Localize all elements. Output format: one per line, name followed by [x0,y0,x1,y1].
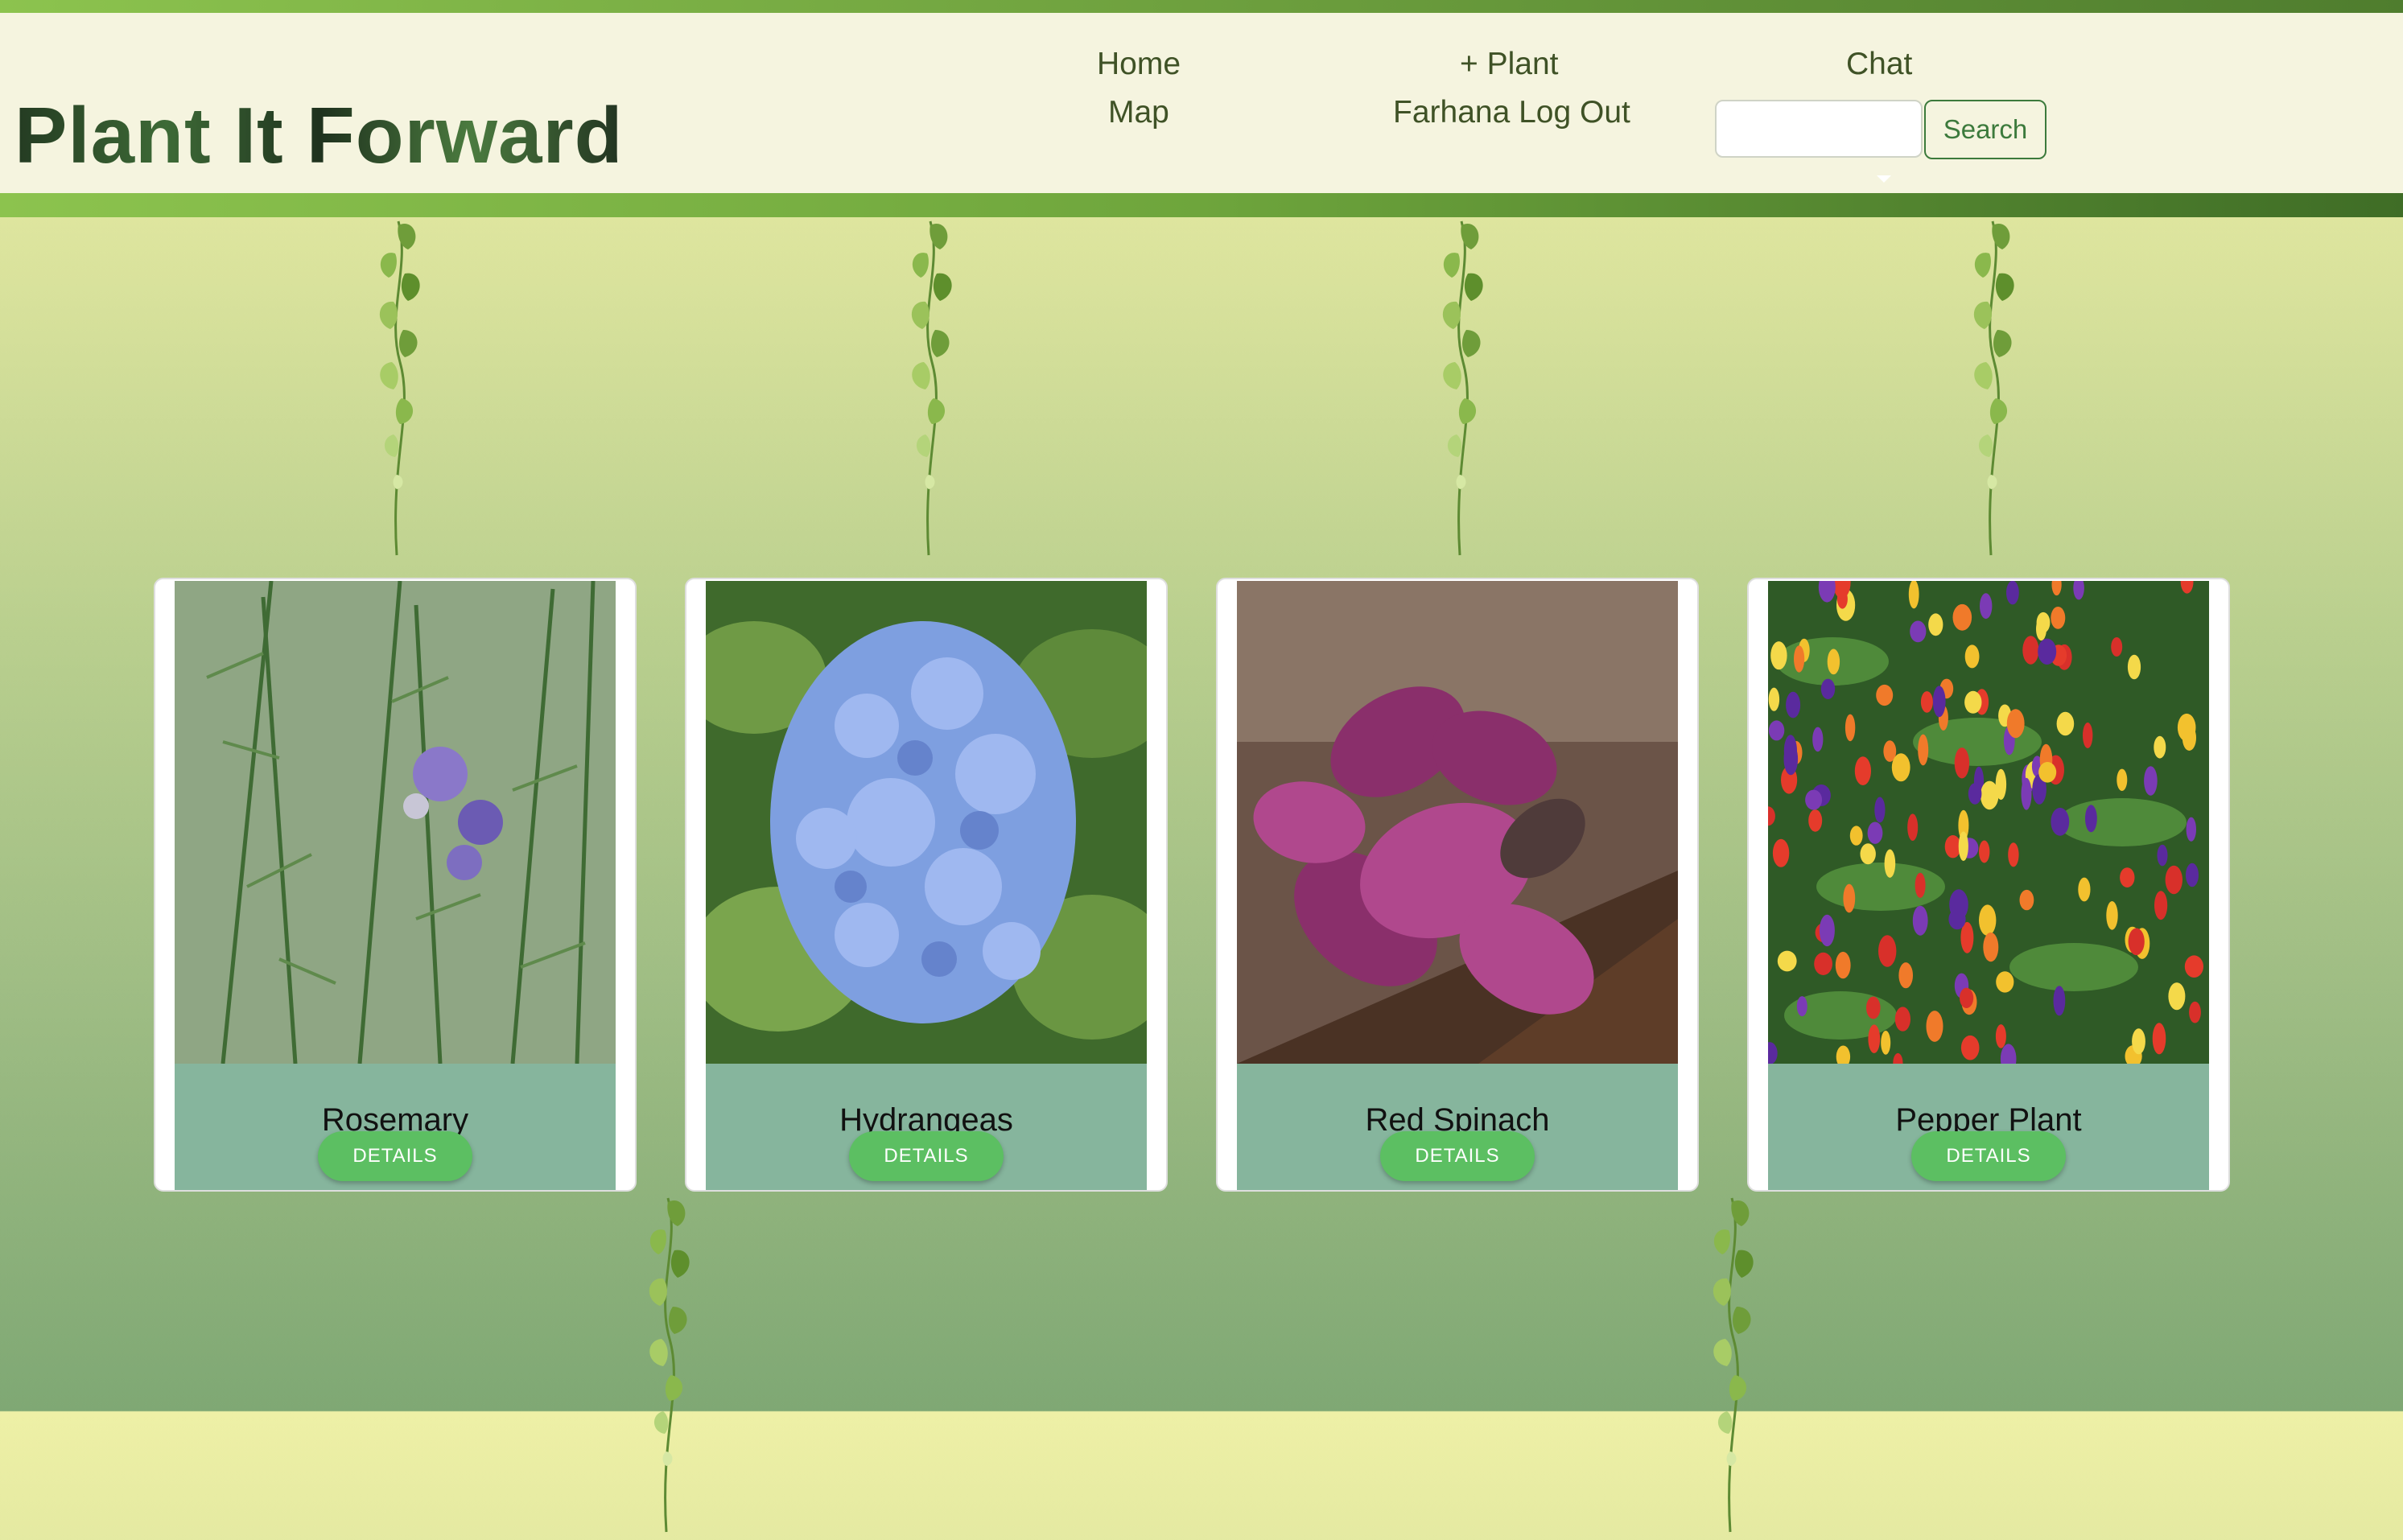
vine-decoration [1712,1196,1755,1534]
plant-card: Pepper Plant DETAILS [1747,578,2230,1192]
card-info: Red Spinach DETAILS [1237,1064,1678,1190]
plant-card: Red Spinach DETAILS [1216,578,1699,1192]
pepper-plant-photo[interactable] [1768,581,2209,1064]
nav-logout[interactable]: Farhana Log Out [1393,95,1630,130]
details-button[interactable]: DETAILS [1380,1131,1535,1181]
vine-decoration [910,220,954,557]
red-spinach-photo[interactable] [1237,581,1678,1064]
rosemary-photo[interactable] [175,581,616,1064]
header-divider-bar [0,193,2403,217]
details-button[interactable]: DETAILS [1911,1131,2066,1181]
search-button[interactable]: Search [1924,100,2046,159]
details-button[interactable]: DETAILS [849,1131,1004,1181]
plant-card: Hydrangeas DETAILS [685,578,1168,1192]
hydrangeas-photo[interactable] [706,581,1147,1064]
card-info: Pepper Plant DETAILS [1768,1064,2209,1190]
brand-logo[interactable]: Plant It Forward [14,90,624,181]
details-button[interactable]: DETAILS [318,1131,472,1181]
card-info: Hydrangeas DETAILS [706,1064,1147,1190]
card-info: Rosemary DETAILS [175,1064,616,1190]
nav-map[interactable]: Map [1108,95,1169,130]
vine-decoration [1972,220,2016,557]
nav-add-plant[interactable]: + Plant [1460,47,1559,82]
plant-card: Rosemary DETAILS [154,578,637,1192]
dropdown-caret-icon [1877,175,1891,183]
nav-chat[interactable]: Chat [1846,47,1912,82]
vine-decoration [648,1196,691,1534]
nav-home[interactable]: Home [1097,47,1181,82]
top-accent-bar [0,0,2403,13]
vine-decoration [1441,220,1485,557]
search-input[interactable] [1715,100,1923,158]
vine-decoration [378,220,422,557]
